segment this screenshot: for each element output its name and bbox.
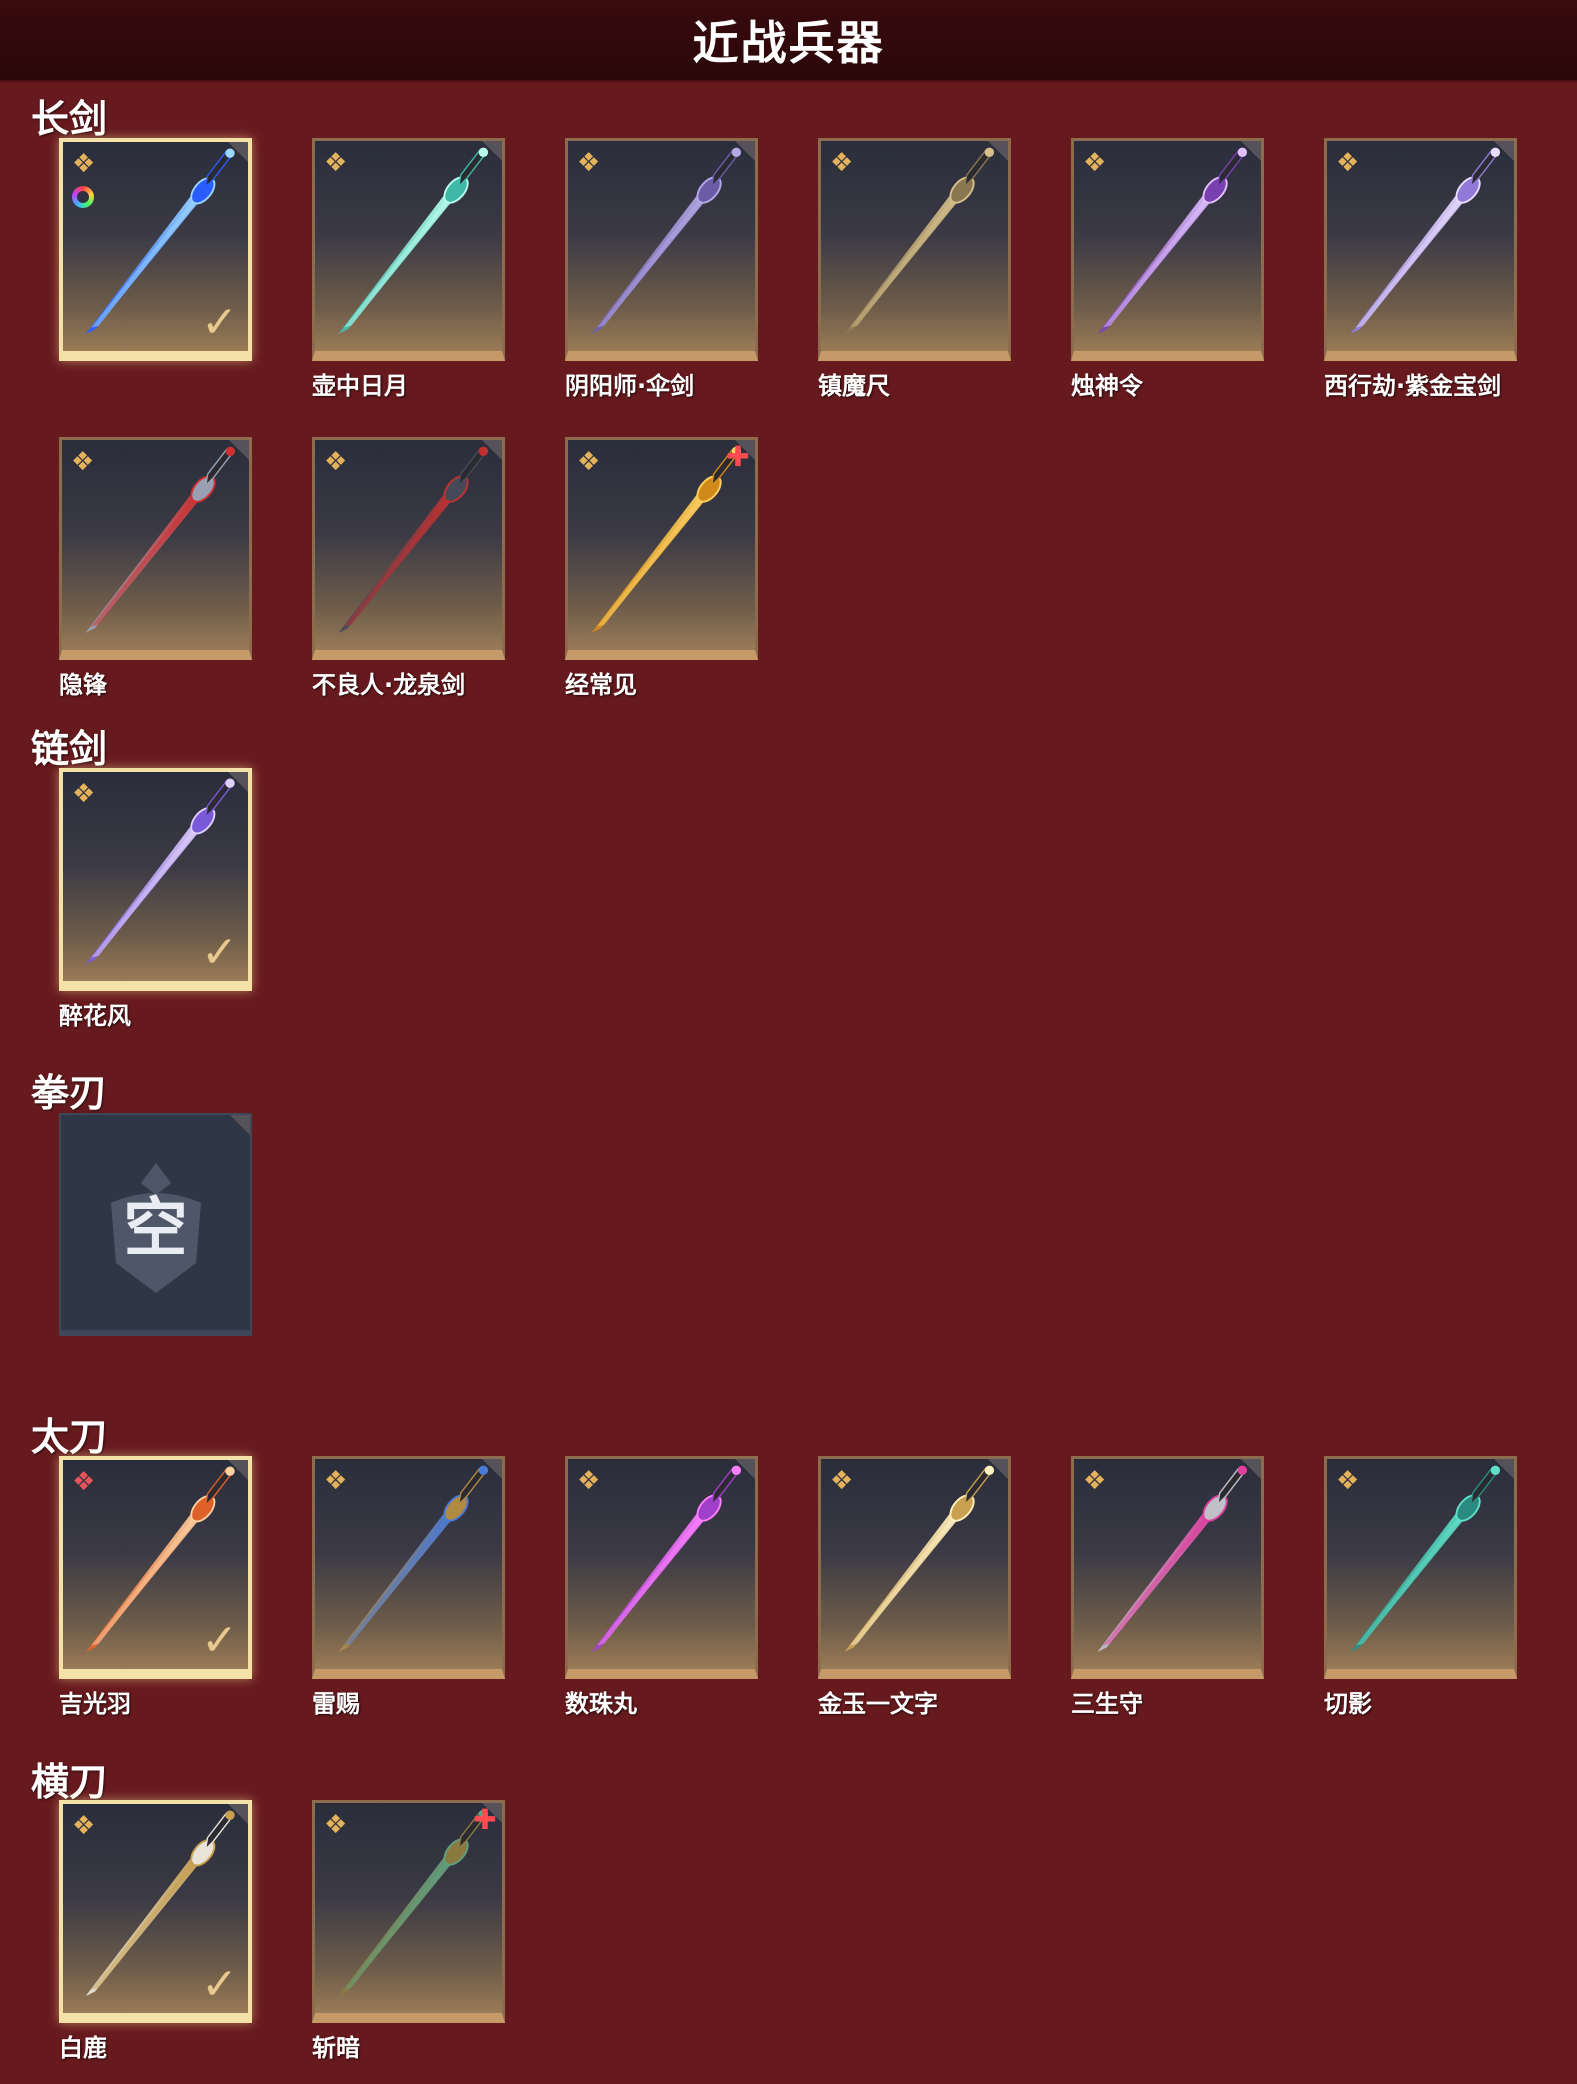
section-title: 长剑 <box>31 97 108 141</box>
corner-fold-icon <box>482 1459 502 1479</box>
weapon-card[interactable]: ❖ <box>565 138 758 361</box>
rarity-star-icon: ❖ <box>72 149 96 179</box>
weapon-name: 吉光羽 <box>59 1690 131 1718</box>
weapon-card[interactable]: ❖ <box>59 437 252 660</box>
weapon-card[interactable]: ❖ <box>565 1456 758 1679</box>
weapon-name: 烛神令 <box>1071 372 1143 400</box>
weapon-name: 雷赐 <box>312 1690 360 1718</box>
weapon-name: 白鹿 <box>59 2034 107 2062</box>
weapon-name: 阴阳师·伞剑 <box>565 372 695 400</box>
rarity-star-icon: ❖ <box>577 148 601 178</box>
weapon-name: 斩暗 <box>312 2034 360 2062</box>
corner-fold-icon <box>735 141 755 161</box>
corner-fold-icon <box>230 1115 250 1135</box>
page-title: 近战兵器 <box>692 16 885 70</box>
corner-fold-icon <box>228 142 248 162</box>
rarity-star-icon: ❖ <box>72 1811 96 1841</box>
dye-color-wheel-icon <box>72 186 94 208</box>
weapon-card[interactable]: ❖ ✓ <box>59 1456 252 1679</box>
corner-fold-icon <box>482 141 502 161</box>
weapon-card[interactable]: ❖ ✓ <box>59 768 252 991</box>
weapon-name: 镇魔尺 <box>818 372 890 400</box>
new-badge-icon: ✚ <box>726 440 750 473</box>
weapon-card[interactable]: ❖ <box>1071 1456 1264 1679</box>
corner-fold-icon <box>228 1804 248 1824</box>
rarity-star-icon: ❖ <box>1336 148 1360 178</box>
rarity-star-icon: ❖ <box>830 148 854 178</box>
weapon-name: 三生守 <box>1071 1690 1143 1718</box>
weapon-name: 壶中日月 <box>312 372 408 400</box>
weapon-card[interactable]: ❖ ✓ <box>59 138 252 361</box>
rarity-star-icon: ❖ <box>1083 1466 1107 1496</box>
weapon-card[interactable]: ❖ <box>1324 1456 1517 1679</box>
section-title: 太刀 <box>31 1415 108 1459</box>
weapon-card[interactable]: ❖ <box>1324 138 1517 361</box>
weapon-name: 隐锋 <box>59 671 107 699</box>
weapon-name: 不良人·龙泉剑 <box>312 671 466 699</box>
weapon-card[interactable]: ❖ ✚ <box>312 1800 505 2023</box>
weapon-name: 金玉一文字 <box>818 1690 938 1718</box>
weapon-card[interactable]: ❖ ✚ <box>565 437 758 660</box>
rarity-star-icon: ❖ <box>577 1466 601 1496</box>
equipped-check-icon: ✓ <box>201 1959 238 2010</box>
weapon-card[interactable]: ❖ <box>312 1456 505 1679</box>
rarity-star-icon: ❖ <box>324 1810 348 1840</box>
corner-fold-icon <box>1241 141 1261 161</box>
weapon-card[interactable]: ❖ <box>1071 138 1264 361</box>
corner-fold-icon <box>229 440 249 460</box>
rarity-star-icon: ❖ <box>1336 1466 1360 1496</box>
rarity-star-icon: ❖ <box>577 447 601 477</box>
corner-fold-icon <box>482 440 502 460</box>
rarity-star-icon: ❖ <box>72 779 96 809</box>
corner-fold-icon <box>735 1459 755 1479</box>
weapon-card[interactable]: ❖ <box>818 1456 1011 1679</box>
rarity-star-icon: ❖ <box>324 148 348 178</box>
weapon-name: 醉花风 <box>59 1002 131 1030</box>
rarity-star-icon: ❖ <box>830 1466 854 1496</box>
section-title: 链剑 <box>31 727 108 771</box>
weapon-card[interactable]: ❖ ✓ <box>59 1800 252 2023</box>
empty-label: 空 <box>123 1191 188 1266</box>
corner-fold-icon <box>988 141 1008 161</box>
empty-slot[interactable]: 空 <box>59 1113 252 1336</box>
rarity-star-icon: ❖ <box>324 447 348 477</box>
weapon-card[interactable]: ❖ <box>818 138 1011 361</box>
rarity-star-icon: ❖ <box>71 447 95 477</box>
weapon-name: 切影 <box>1324 1690 1372 1718</box>
section-title: 横刀 <box>31 1760 108 1804</box>
section-title: 拳刃 <box>31 1071 108 1115</box>
equipped-check-icon: ✓ <box>201 297 238 348</box>
rarity-star-icon: ❖ <box>324 1466 348 1496</box>
rarity-star-icon: ❖ <box>72 1467 96 1497</box>
rarity-star-icon: ❖ <box>1083 148 1107 178</box>
weapon-name: 数珠丸 <box>565 1690 637 1718</box>
corner-fold-icon <box>1241 1459 1261 1479</box>
title-bar: 近战兵器 <box>0 0 1577 82</box>
corner-fold-icon <box>1494 1459 1514 1479</box>
equipped-check-icon: ✓ <box>201 927 238 978</box>
corner-fold-icon <box>1494 141 1514 161</box>
weapon-name: 经常见 <box>565 671 637 699</box>
new-badge-icon: ✚ <box>473 1803 497 1836</box>
weapon-card[interactable]: ❖ <box>312 437 505 660</box>
corner-fold-icon <box>988 1459 1008 1479</box>
equipped-check-icon: ✓ <box>201 1615 238 1666</box>
weapon-card[interactable]: ❖ <box>312 138 505 361</box>
corner-fold-icon <box>228 1460 248 1480</box>
weapon-name: 西行劫·紫金宝剑 <box>1324 372 1502 400</box>
corner-fold-icon <box>228 772 248 792</box>
